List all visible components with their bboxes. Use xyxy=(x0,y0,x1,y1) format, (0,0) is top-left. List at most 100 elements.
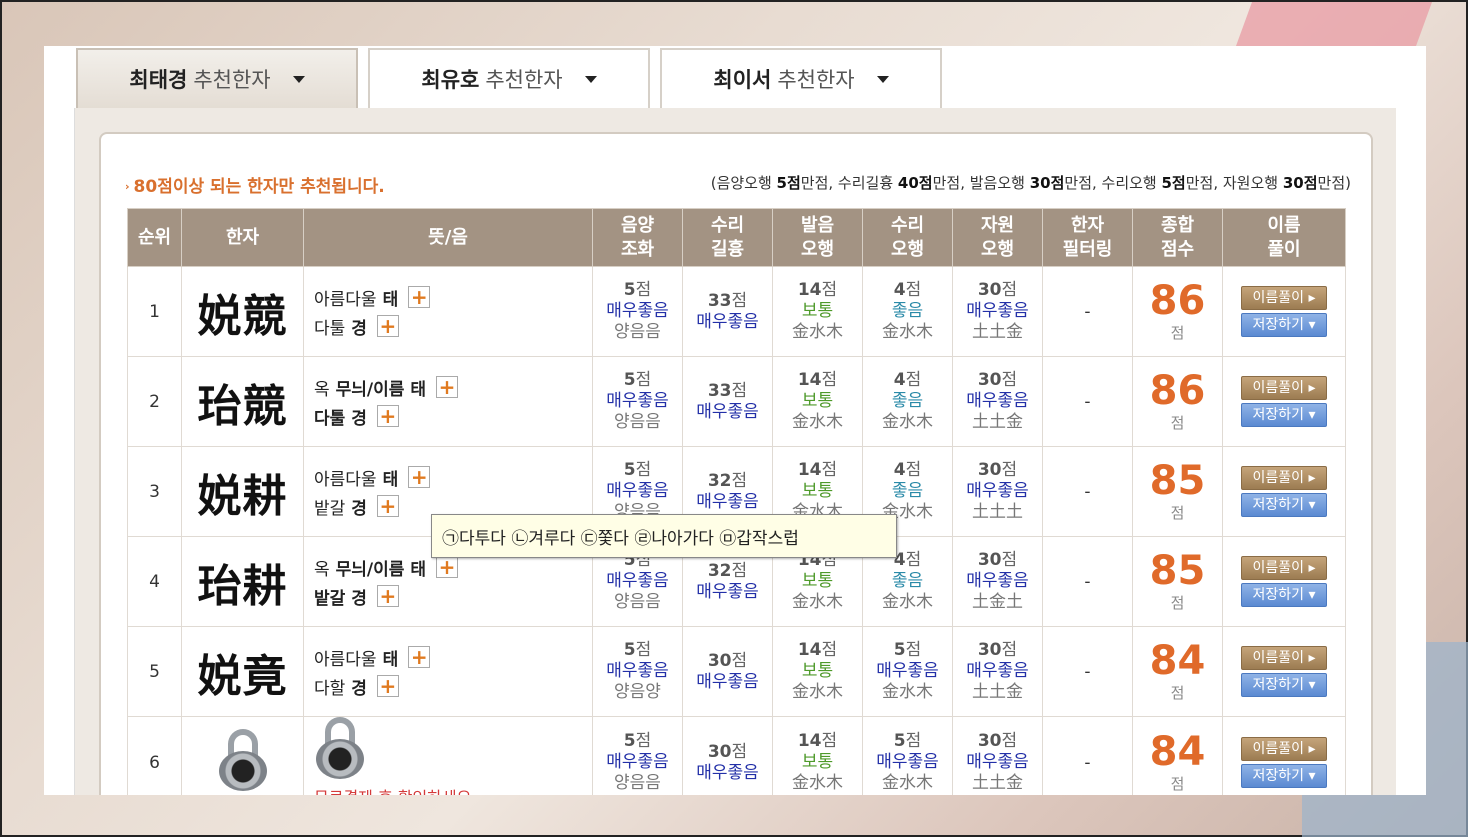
sound-syllable: 태 xyxy=(410,559,427,580)
score-value: 5 xyxy=(623,280,636,300)
plus-icon[interactable]: + xyxy=(376,315,399,337)
action-cell: 이름풀이 ▸ 저장하기 ▾ xyxy=(1222,626,1346,717)
name-analysis-button[interactable]: 이름풀이 ▸ xyxy=(1241,737,1327,761)
score-cell: 30점 매우좋음 土土金 xyxy=(952,266,1043,357)
save-button[interactable]: 저장하기 ▾ xyxy=(1241,583,1327,607)
total-score: 84 xyxy=(1149,729,1206,775)
meaning-extra: 무늬/이름 xyxy=(335,559,405,580)
padlock-icon xyxy=(217,729,269,791)
plus-icon[interactable]: + xyxy=(436,556,459,578)
score-elements: 金水木 xyxy=(792,592,843,612)
score-rating: 보통 xyxy=(801,391,834,411)
meaning-line: 다툴 경 + xyxy=(314,312,592,341)
max-score-text: 만점, 수리길흉 xyxy=(800,174,898,192)
total-cell: 85 점 xyxy=(1132,446,1223,537)
point-unit: 점 xyxy=(905,550,922,570)
chevron-down-icon xyxy=(584,75,597,83)
plus-icon[interactable]: + xyxy=(376,675,399,697)
plus-icon[interactable]: + xyxy=(376,405,399,427)
total-cell: 86 점 xyxy=(1132,356,1223,447)
meaning-cell: 옥 무늬/이름 태 + 다툴 경 + xyxy=(303,356,593,447)
score-cell: 5점 매우좋음 金水木 xyxy=(862,626,953,717)
score-cell: 30점 매우좋음 土金土 xyxy=(952,536,1043,627)
score-cell: 33점 매우좋음 xyxy=(682,356,773,447)
name-analysis-button[interactable]: 이름풀이 ▸ xyxy=(1241,376,1327,400)
tab-name-1[interactable]: 최태경 추천한자 xyxy=(76,48,358,108)
point-unit: 점 xyxy=(821,370,838,390)
score-cell: 30점 매우좋음 土土土 xyxy=(952,446,1043,537)
max-score-text: 만점, 수리오행 xyxy=(1064,174,1162,192)
meaning-word: 옥 xyxy=(314,559,330,580)
padlock-icon xyxy=(314,717,366,779)
meaning-tooltip: ㉠다투다 ㉡겨루다 ㉢쫓다 ㉣나아가다 ㉤갑작스럽 xyxy=(431,514,897,558)
column-header: 한자 필터링 xyxy=(1042,208,1133,267)
score-rating: 좋음 xyxy=(891,391,924,411)
score-value: 32 xyxy=(707,470,732,491)
score-cell: 5점 매우좋음 양음양 xyxy=(592,626,683,717)
arrow-icon: › xyxy=(125,180,130,193)
score-points: 14점 xyxy=(773,280,862,301)
save-button[interactable]: 저장하기 ▾ xyxy=(1241,493,1327,517)
table-row: 6무료결제 후 확인하세요5점매우좋음양음음30점매우좋음14점보통金水木5점매… xyxy=(127,716,1346,795)
total-score: 85 xyxy=(1149,548,1206,594)
meaning-word: 밭갈 xyxy=(314,498,346,519)
score-points: 14점 xyxy=(773,460,862,481)
score-value: 14 xyxy=(797,731,822,751)
tab-name-3[interactable]: 최이서 추천한자 xyxy=(660,48,942,108)
notice-label: 80점이상 되는 한자만 추천됩니다. xyxy=(133,177,385,197)
plus-icon[interactable]: + xyxy=(408,646,431,668)
action-cell: 이름풀이 ▸ 저장하기 ▾ xyxy=(1222,716,1346,795)
tab-name-2[interactable]: 최유호 추천한자 xyxy=(368,48,650,108)
meaning-cell: 아름다울 태 + 다할 경 + xyxy=(303,626,593,717)
score-elements: 양음양 xyxy=(614,682,661,702)
score-value: 5 xyxy=(893,640,906,660)
score-cell: 4점 좋음 金水木 xyxy=(862,266,953,357)
column-header: 발음 오행 xyxy=(772,208,863,267)
point-unit: 점 xyxy=(635,460,652,480)
save-button[interactable]: 저장하기 ▾ xyxy=(1241,313,1327,337)
score-value: 30 xyxy=(977,280,1002,300)
score-rating: 보통 xyxy=(801,481,834,501)
score-value: 30 xyxy=(977,550,1002,570)
plus-icon[interactable]: + xyxy=(408,286,431,308)
score-elements: 金水木 xyxy=(882,322,933,342)
name-analysis-button[interactable]: 이름풀이 ▸ xyxy=(1241,556,1327,580)
save-button[interactable]: 저장하기 ▾ xyxy=(1241,673,1327,697)
score-cell: 30점 매우좋음 xyxy=(682,626,773,717)
name-analysis-button[interactable]: 이름풀이 ▸ xyxy=(1241,646,1327,670)
column-header: 이름 풀이 xyxy=(1222,208,1346,267)
plus-icon[interactable]: + xyxy=(376,495,399,517)
point-unit: 점 xyxy=(905,280,922,300)
point-unit: 점 xyxy=(731,470,748,491)
score-rating: 매우좋음 xyxy=(696,311,759,332)
score-points: 5점 xyxy=(863,640,952,661)
name-analysis-button[interactable]: 이름풀이 ▸ xyxy=(1241,466,1327,490)
plus-icon[interactable]: + xyxy=(436,376,459,398)
plus-icon[interactable]: + xyxy=(408,466,431,488)
score-rating: 매우좋음 xyxy=(696,762,759,783)
meaning-word: 아름다울 xyxy=(314,649,377,670)
point-unit: 점 xyxy=(1001,370,1018,390)
hanja-cell: 娧竟 xyxy=(181,626,304,717)
sound-syllable: 태 xyxy=(410,379,427,400)
point-unit: 점 xyxy=(905,370,922,390)
max-score-text: 만점, 자원오행 xyxy=(1185,174,1283,192)
point-unit: 점 xyxy=(731,290,748,311)
save-button[interactable]: 저장하기 ▾ xyxy=(1241,764,1327,788)
score-rating: 매우좋음 xyxy=(966,661,1029,681)
score-points: 5점 xyxy=(593,731,682,752)
locked-message[interactable]: 무료결제 후 확인하세요 xyxy=(314,788,471,795)
score-rating: 보통 xyxy=(801,301,834,321)
table-header: 순위 한자 뜻/음 음양 조화 수리 길흉 발음 오행 수리 오행 자원 오행 한자 필터링 종합 점수 이름 풀이 xyxy=(127,208,1346,267)
score-elements: 양음음 xyxy=(614,592,661,612)
results-box: › 80점이상 되는 한자만 추천됩니다. (음양오행 5점만점, 수리길흉 40… xyxy=(99,132,1373,795)
rank-cell: 2 xyxy=(127,356,182,447)
point-unit: 점 xyxy=(821,731,838,751)
hanja-text: 娧竟 xyxy=(197,650,288,702)
save-button[interactable]: 저장하기 ▾ xyxy=(1241,403,1327,427)
point-unit: 점 xyxy=(1001,550,1018,570)
meaning-word: 아름다울 xyxy=(314,289,377,310)
score-cell: 30점 매우좋음 土土金 xyxy=(952,356,1043,447)
name-analysis-button[interactable]: 이름풀이 ▸ xyxy=(1241,286,1327,310)
plus-icon[interactable]: + xyxy=(376,585,399,607)
